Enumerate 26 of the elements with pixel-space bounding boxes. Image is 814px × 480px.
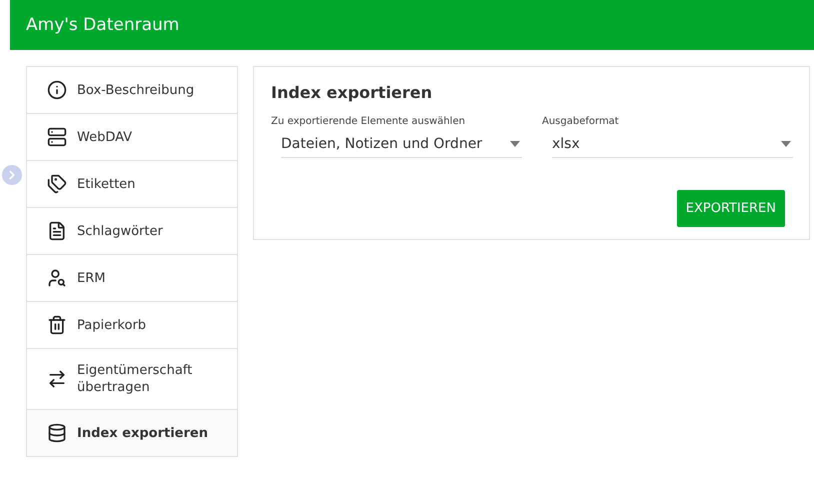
arrows-icon [47, 369, 67, 389]
panel-title: Index exportieren [271, 83, 434, 102]
expand-icon[interactable] [2, 165, 22, 185]
app-title: Amy's Datenraum [26, 15, 180, 35]
item-label: Index exportieren [77, 424, 208, 442]
server-icon [47, 127, 67, 147]
item-label: Schlagwörter [77, 222, 163, 240]
tags-icon [47, 174, 67, 194]
item-label: WebDAV [77, 128, 132, 146]
item-label: ERM [77, 270, 106, 286]
caret-icon [510, 141, 520, 147]
info-icon [47, 80, 67, 100]
item-label: Eigentümerschaft übertragen [77, 362, 194, 396]
person-icon [47, 268, 67, 288]
document-icon [47, 221, 67, 241]
item-label: Etiketten [77, 176, 136, 192]
item-label: Papierkorb [77, 316, 146, 334]
caret-icon [781, 141, 791, 147]
select-field[interactable]: Dateien, Notizen und Ordner [281, 133, 522, 158]
trash-icon [47, 315, 67, 335]
database-icon [47, 423, 67, 443]
item-label: Box-Beschreibung [77, 82, 194, 98]
field-label: Ausgabeformat [542, 116, 620, 127]
field-label: Zu exportierende Elemente auswählen [271, 116, 466, 127]
sidebar-item[interactable]: Index exportieren [27, 410, 237, 456]
select-field[interactable]: xlsx [552, 133, 793, 158]
